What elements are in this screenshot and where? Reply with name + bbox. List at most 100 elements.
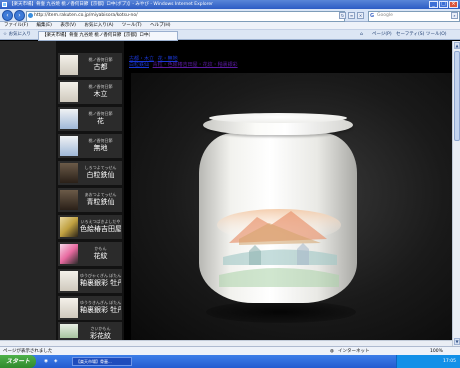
left-margin — [0, 41, 56, 346]
scroll-up-icon[interactable]: ▲ — [454, 42, 460, 49]
product-photo — [131, 73, 452, 340]
statusbar: ページが表示されました ◍ インターネット 100% — [0, 346, 460, 355]
scroll-down-icon[interactable]: ▼ — [454, 338, 460, 345]
cmd-home-icon[interactable]: ⌂ — [360, 30, 363, 40]
sidebar-item-sub: あおつよてっせん — [84, 192, 117, 197]
taskbar-item-ie[interactable]: 【楽天市場】骨壷... — [72, 357, 132, 366]
address-toolbar: ‹ › http://item.rakuten.co.jp/miyabisora… — [0, 9, 460, 22]
sidebar-item-sub: いろえつばきよしだや — [80, 219, 121, 224]
page-links: 古都・木立 花・無地 白粒鉄仙 青粒・色絵椿吉田屋・花紋・釉裏銀彩 — [129, 56, 259, 72]
taskbar: スタート ◉ ◈ 【楽天市場】骨壷... 17:05 — [0, 355, 460, 368]
tab-active[interactable]: 【楽天市場】骨壷 九谷焼 桃ノ香何日節【京都】ロ中( — [38, 31, 178, 41]
sidebar-item-name: 青粒鉄仙 — [86, 198, 115, 206]
start-button[interactable]: スタート — [0, 355, 36, 368]
sidebar-item-yuri-botan[interactable]: ゆうびゃくぎん ぼたん 釉裏銀彩 牡丹 — [58, 269, 122, 293]
sidebar-item-iroe-tsubaki[interactable]: いろえつばきよしだや 色絵椿吉田屋 — [58, 215, 122, 239]
maximize-button[interactable]: □ — [439, 1, 448, 8]
urn-thumbnail — [60, 82, 78, 102]
quicklaunch-icon-2[interactable]: ◈ — [54, 355, 57, 368]
back-button[interactable]: ‹ — [2, 10, 13, 21]
search-input[interactable]: G Google — [368, 11, 460, 22]
menu-tools[interactable]: ツール(T) — [122, 23, 142, 28]
address-url: http://item.rakuten.co.jp/miyabisora/kot… — [34, 13, 138, 18]
tabbar: ☆ お気に入り 【楽天市場】骨壷 九谷焼 桃ノ香何日節【京都】ロ中( ⌂ ページ… — [0, 30, 460, 41]
refresh-icon[interactable]: ↻ — [339, 12, 346, 19]
sidebar-item-muji[interactable]: 桃ノ香何日節 無地 — [58, 134, 122, 158]
menu-favorites[interactable]: お気に入り(A) — [84, 23, 113, 28]
window-title: 【楽天市場】骨壷 九谷焼 桃ノ香何日節【京都】ロ中(ボブ)】- みやび - Wi… — [9, 2, 213, 7]
search-placeholder: Google — [377, 13, 393, 18]
clock[interactable]: 17:05 — [443, 359, 456, 364]
address-input[interactable]: http://item.rakuten.co.jp/miyabisora/kot… — [26, 11, 345, 22]
search-icon[interactable]: ⌕ — [451, 12, 458, 19]
urn-thumbnail — [60, 298, 78, 318]
sidebar-item-shiro-tessen[interactable]: しろつよてっせん 白粒鉄仙 — [58, 161, 122, 185]
scroll-thumb[interactable] — [454, 51, 460, 141]
sidebar-item-sub: ゆうびゃくぎん ぼたん — [80, 273, 121, 278]
sidebar-item-koto[interactable]: 桃ノ香何日節 古都 — [58, 53, 122, 77]
feed-icon[interactable]: ≡ — [348, 12, 355, 19]
menubar: ファイル(F) 編集(E) 表示(V) お気に入り(A) ツール(T) ヘルプ(… — [0, 22, 460, 30]
sidebar-item-kodachi[interactable]: 桃ノ香何日節 木立 — [58, 80, 122, 104]
taskbar-item-label: 【楽天市場】骨壷... — [76, 359, 112, 364]
start-label: スタート — [5, 358, 30, 365]
menu-help[interactable]: ヘルプ(H) — [150, 23, 170, 28]
sidebar-item-sub: 桃ノ香何日節 — [88, 84, 113, 89]
urn-thumbnail — [60, 136, 78, 156]
sidebar-item-name: 木立 — [93, 90, 108, 98]
sidebar-item-name: 釉裏銀彩 牡丹 — [80, 279, 121, 287]
menu-file[interactable]: ファイル(F) — [4, 23, 28, 28]
tab-label: 【楽天市場】骨壷 九谷焼 桃ノ香何日節【京都】ロ中( — [42, 33, 151, 38]
favorites-button[interactable]: ☆ お気に入り — [3, 30, 31, 40]
cmd-tools[interactable]: ツール(O) — [426, 30, 447, 40]
urn-lid-top — [209, 113, 347, 123]
sidebar-item-name: 無地 — [93, 144, 108, 152]
stop-icon[interactable]: × — [357, 12, 364, 19]
favorites-label: お気に入り — [8, 32, 31, 37]
urn-thumbnail — [60, 271, 78, 291]
cmd-safety[interactable]: セーフティ(S) — [396, 30, 424, 40]
window-titlebar[interactable]: 【楽天市場】骨壷 九谷焼 桃ノ香何日節【京都】ロ中(ボブ)】- みやび - Wi… — [0, 0, 460, 9]
sidebar-item-sub: さいかもん — [90, 326, 111, 331]
sidebar-item-name: 花 — [97, 117, 104, 125]
cmd-page[interactable]: ページ(P) — [372, 30, 392, 40]
urn-thumbnail — [60, 324, 78, 338]
sidebar-item-sub: 桃ノ香何日節 — [88, 111, 113, 116]
sidebar-item-ao-tessen[interactable]: あおつよてっせん 青粒鉄仙 — [58, 188, 122, 212]
link-shiro-tessen[interactable]: 白粒鉄仙 — [129, 62, 149, 68]
urn-thumbnail — [60, 55, 78, 75]
page-icon — [28, 13, 33, 18]
sidebar-item-name: 釉裏銀彩 牡丹 — [80, 306, 121, 314]
sidebar-item-kamon[interactable]: かもん 花紋 — [58, 242, 122, 266]
sidebar-item-yuri-ginsai[interactable]: ゆうりきんぎん ぼたん 釉裏銀彩 牡丹 — [58, 296, 122, 320]
forward-button[interactable]: › — [14, 10, 25, 21]
sidebar-item-name: 白粒鉄仙 — [86, 171, 115, 179]
urn-thumbnail — [60, 217, 78, 237]
quicklaunch-icon[interactable]: ◉ — [44, 355, 48, 368]
menu-edit[interactable]: 編集(E) — [37, 23, 52, 28]
urn-shadow — [206, 301, 356, 323]
urn-body — [199, 133, 357, 303]
sidebar-item-sub: しろつよてっせん — [84, 165, 117, 170]
urn-thumbnail — [60, 109, 78, 129]
sidebar-item-sub: ゆうりきんぎん ぼたん — [80, 300, 121, 305]
urn-thumbnail — [60, 190, 78, 210]
status-message: ページが表示されました — [3, 349, 53, 354]
minimize-button[interactable]: _ — [429, 1, 438, 8]
sidebar-item-name: 古都 — [93, 63, 108, 71]
link-others[interactable]: 青粒・色絵椿吉田屋・花紋・釉裏銀彩 — [153, 62, 238, 68]
ie-app-icon — [2, 2, 7, 7]
vertical-scrollbar[interactable]: ▲ ▼ — [452, 41, 460, 346]
sidebar-item-sub: 桃ノ香何日節 — [88, 57, 113, 62]
system-tray: 17:05 — [396, 355, 460, 368]
sidebar-item-name: 色絵椿吉田屋 — [80, 225, 121, 233]
sidebar-item-sub: 桃ノ香何日節 — [88, 138, 113, 143]
sidebar-item-name: 花紋 — [93, 252, 108, 260]
landscape-painting — [217, 209, 341, 287]
menu-view[interactable]: 表示(V) — [60, 23, 76, 28]
google-logo-icon: G — [370, 13, 375, 19]
sidebar-item-saikamon[interactable]: さいかもん 彩花紋 — [58, 322, 122, 340]
sidebar-item-hana[interactable]: 桃ノ香何日節 花 — [58, 107, 122, 131]
close-button[interactable]: × — [449, 1, 458, 8]
urn-thumbnail — [60, 244, 78, 264]
